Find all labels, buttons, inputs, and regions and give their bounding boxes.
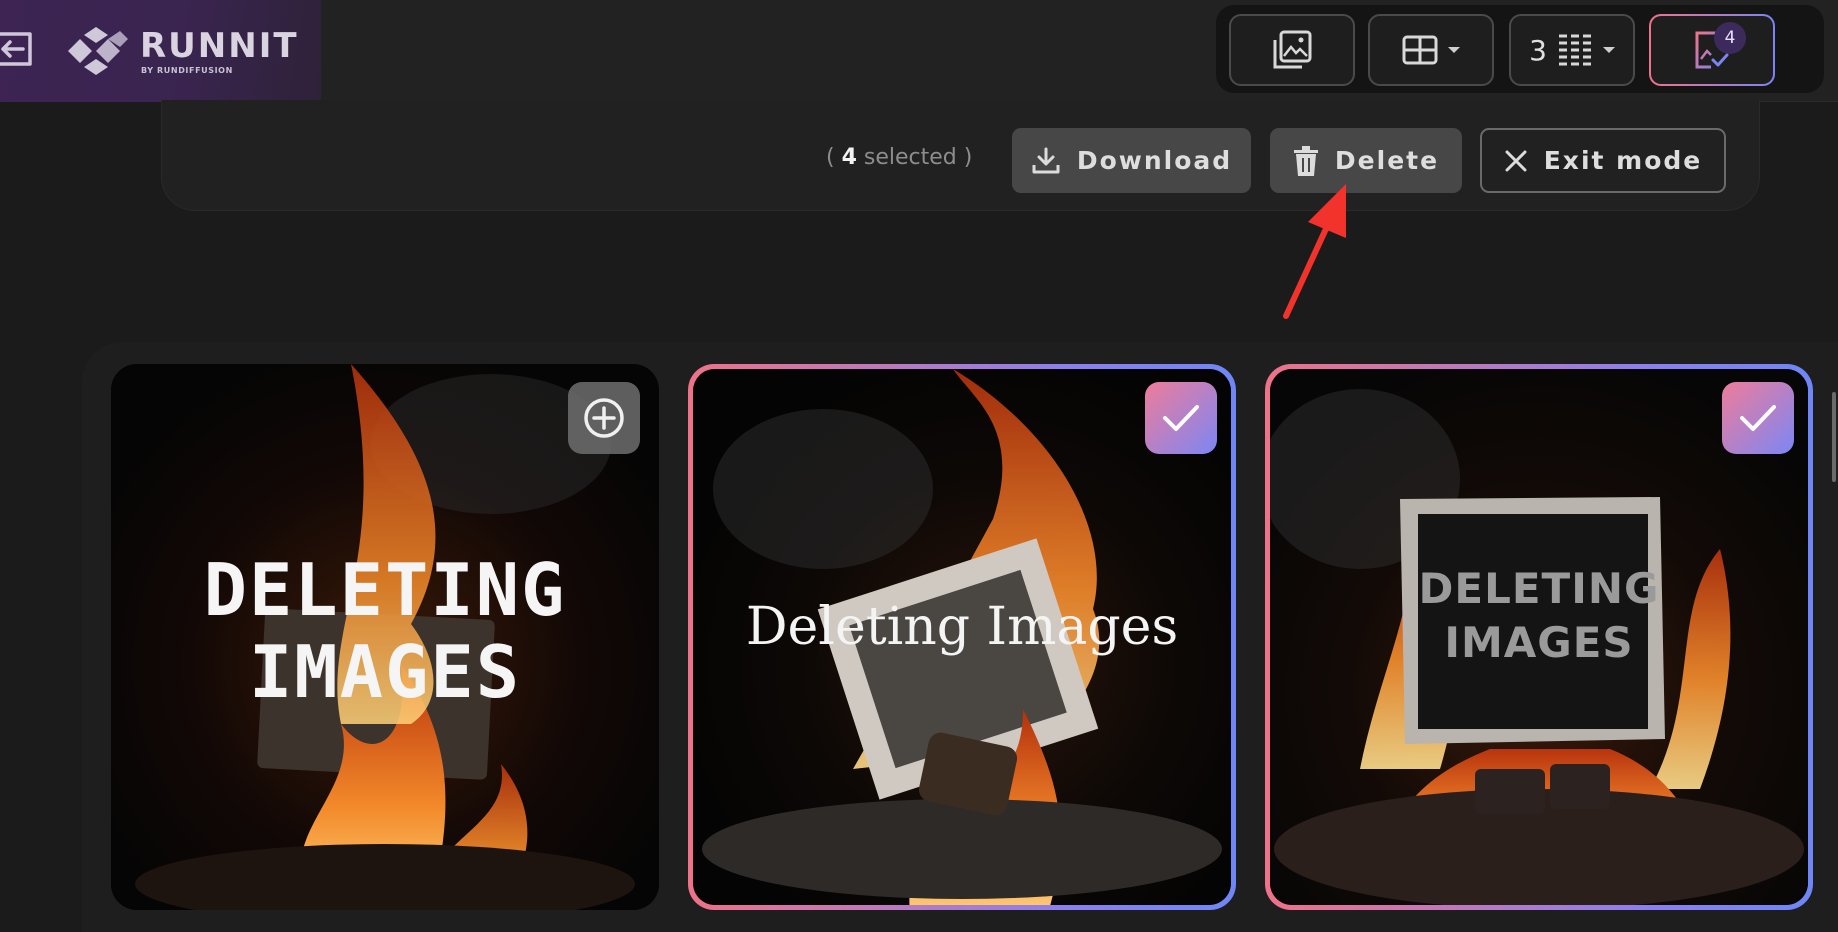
download-label: Download [1076, 146, 1233, 175]
close-icon [1505, 150, 1527, 171]
open-paren: ( [826, 145, 835, 170]
brand-area: RUNNIT BY RUNDIFFUSION [0, 0, 321, 102]
plus-circle-icon [584, 398, 624, 438]
chevron-down-icon [1448, 47, 1460, 53]
selected-count-badge: 4 [1714, 22, 1746, 54]
selected-count-label: ( 4 selected ) [826, 145, 972, 170]
image-thumbnail[interactable]: Deleting Images [693, 369, 1231, 905]
selected-check-button[interactable] [1145, 382, 1217, 454]
exit-mode-button[interactable]: Exit mode [1480, 128, 1726, 193]
chevron-down-icon [1602, 47, 1615, 53]
card-text: Deleting Images [745, 597, 1179, 657]
runnit-logo-icon[interactable] [62, 27, 128, 75]
gallery-view-button[interactable] [1229, 14, 1355, 86]
exit-mode-label: Exit mode [1543, 146, 1703, 175]
brand-name: RUNNIT [140, 26, 299, 66]
top-bar: RUNNIT BY RUNDIFFUSION 3 4 [0, 0, 1838, 102]
image-thumbnail[interactable]: DELETING IMAGES [1270, 369, 1808, 905]
checkmark-icon [1740, 405, 1776, 431]
image-card-selected[interactable]: Deleting Images [688, 364, 1236, 910]
columns-icon [1558, 34, 1591, 66]
image-card[interactable]: DELETING IMAGES [111, 364, 659, 910]
download-icon [1032, 147, 1060, 173]
view-toolbar: 3 4 [1216, 5, 1824, 93]
exit-icon[interactable] [0, 28, 36, 70]
image-card-selected[interactable]: DELETING IMAGES [1265, 364, 1813, 910]
trash-icon [1293, 145, 1318, 176]
close-paren: ) [963, 145, 973, 170]
selected-suffix: selected [856, 145, 957, 170]
card-text-line1: DELETING [1418, 564, 1660, 613]
columns-count: 3 [1529, 33, 1547, 67]
select-mode-button[interactable]: 4 [1649, 14, 1775, 86]
gallery-icon [1273, 30, 1312, 69]
checkmark-icon [1163, 405, 1199, 431]
card-text: DELETING IMAGES [111, 549, 659, 713]
download-button[interactable]: Download [1012, 128, 1251, 193]
scrollbar-thumb[interactable] [1832, 392, 1836, 482]
card-text-line1: DELETING [203, 548, 567, 632]
selected-check-button[interactable] [1722, 382, 1794, 454]
page: RUNNIT BY RUNDIFFUSION 3 4 (4 selected … [0, 0, 1838, 932]
layout-dropdown-button[interactable] [1368, 14, 1494, 86]
card-text-line2: IMAGES [1444, 618, 1634, 667]
brand-tagline: BY RUNDIFFUSION [141, 66, 233, 75]
grid-layout-icon [1402, 35, 1438, 65]
card-text-line2: IMAGES [248, 630, 522, 714]
add-to-selection-button[interactable] [568, 382, 640, 454]
columns-dropdown-button[interactable]: 3 [1509, 14, 1635, 86]
card-text: DELETING IMAGES [1270, 562, 1808, 670]
delete-label: Delete [1334, 146, 1440, 175]
annotation-arrow-icon [1283, 184, 1346, 319]
image-thumbnail[interactable]: DELETING IMAGES [111, 364, 659, 910]
selected-count: 4 [841, 145, 857, 170]
